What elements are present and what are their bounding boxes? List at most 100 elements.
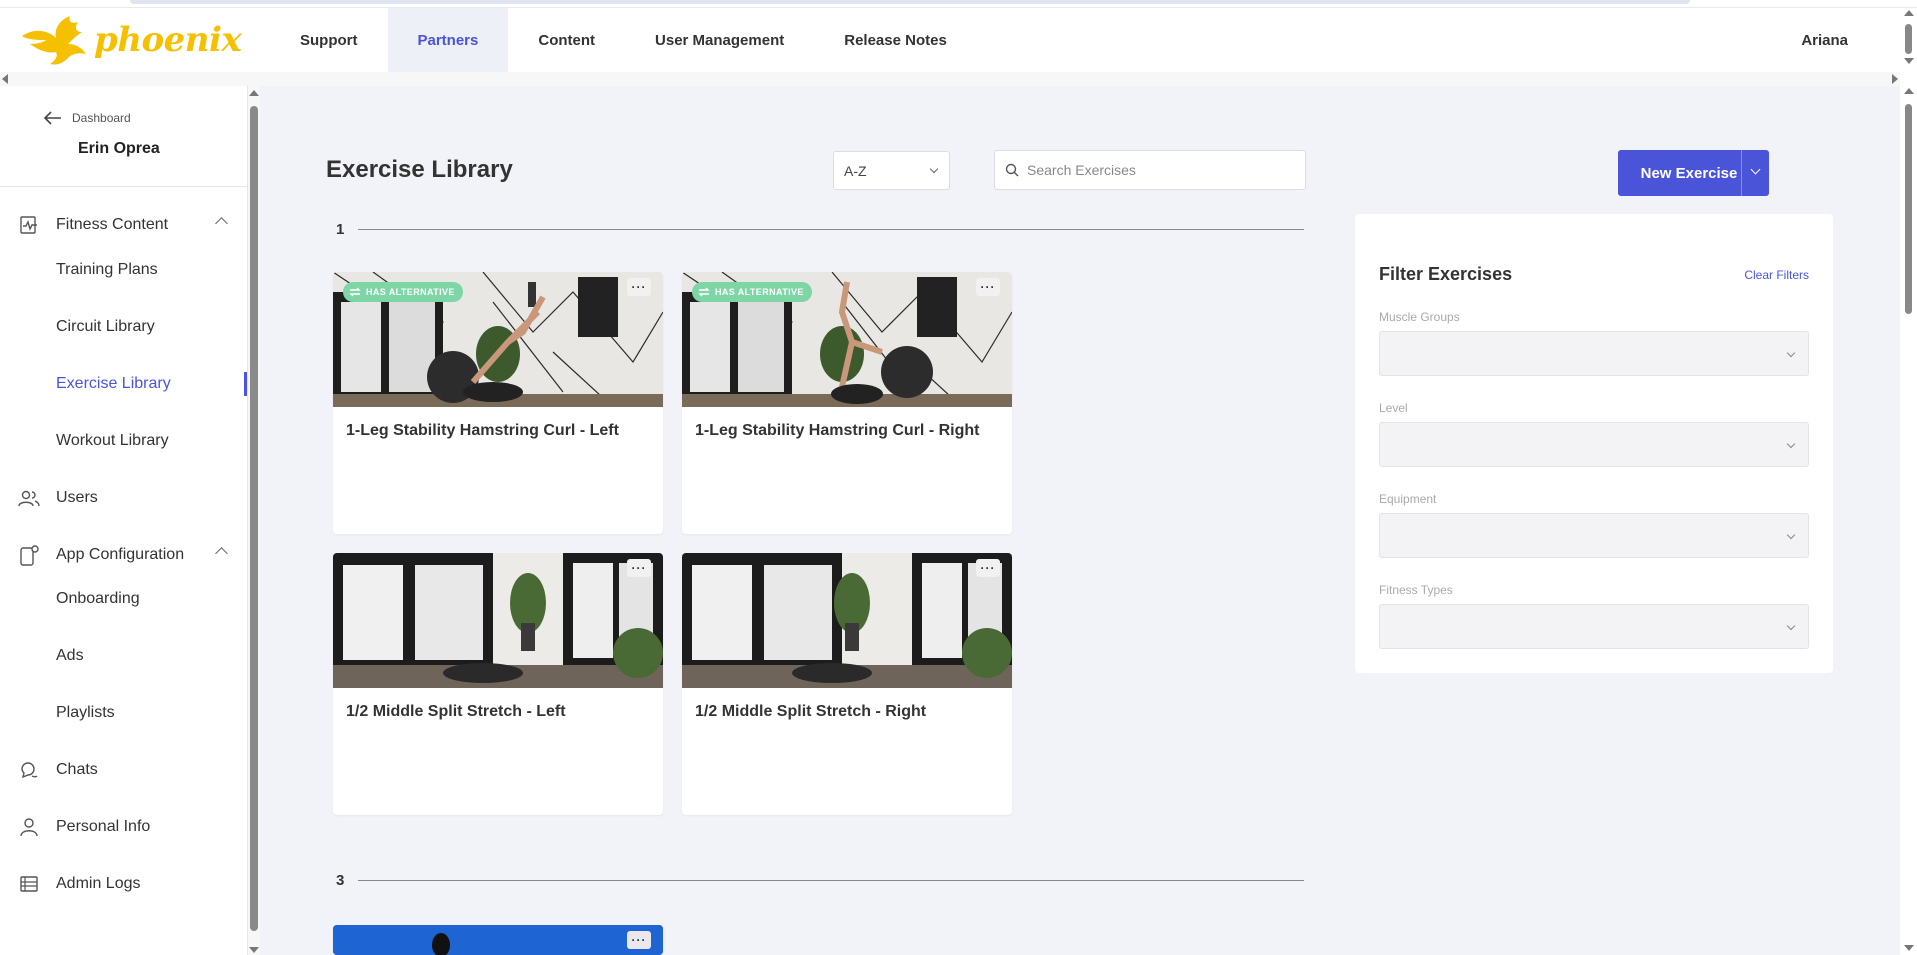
nav-support[interactable]: Support xyxy=(270,8,388,72)
exercise-card[interactable]: ··· 1/2 Middle Split Stretch - Left xyxy=(333,553,663,815)
browser-top-strip xyxy=(0,0,1917,8)
top-navbar: phoenix Support Partners Content User Ma… xyxy=(0,8,1900,72)
exercise-card[interactable]: HAS ALTERNATIVE ··· 1-Leg Stability Hams… xyxy=(333,272,663,534)
more-options-button[interactable]: ··· xyxy=(976,278,1000,296)
sidebar-item-fitness-content[interactable]: Fitness Content xyxy=(0,205,248,245)
sidebar-item-personal-info[interactable]: Personal Info xyxy=(0,807,248,847)
users-icon xyxy=(16,487,42,509)
sidebar-item-ads[interactable]: Ads xyxy=(56,641,84,671)
muscle-groups-select[interactable] xyxy=(1379,331,1809,376)
sidebar-item-label: Chats xyxy=(56,761,98,778)
sidebar-item-users[interactable]: Users xyxy=(0,478,248,518)
activity-icon xyxy=(16,214,42,236)
section-heading: 1 xyxy=(336,221,345,238)
nav-user-management[interactable]: User Management xyxy=(625,8,814,72)
sidebar-item-label: Admin Logs xyxy=(56,875,141,892)
sidebar-item-exercise-library[interactable]: Exercise Library xyxy=(56,369,171,399)
page-scroll-thumb[interactable] xyxy=(1905,104,1912,314)
more-options-button[interactable]: ··· xyxy=(627,278,651,296)
sidebar-item-label: Personal Info xyxy=(56,818,151,835)
chevron-down-icon xyxy=(1750,164,1761,175)
search-exercises[interactable] xyxy=(994,150,1306,190)
has-alternative-badge: HAS ALTERNATIVE xyxy=(343,282,463,302)
more-options-button[interactable]: ··· xyxy=(627,559,651,577)
sort-value: A-Z xyxy=(844,162,867,179)
page-title: Exercise Library xyxy=(326,156,513,183)
sidebar-scrollbar[interactable] xyxy=(248,86,260,955)
partner-name: Erin Oprea xyxy=(78,140,160,157)
scroll-down-arrow-icon[interactable] xyxy=(249,947,259,953)
back-to-dashboard[interactable]: Dashboard xyxy=(44,111,131,125)
active-indicator xyxy=(244,372,247,396)
chevron-up-icon[interactable] xyxy=(215,217,228,230)
scroll-down-arrow-icon[interactable] xyxy=(1904,58,1914,64)
exercise-thumbnail: HAS ALTERNATIVE ··· xyxy=(682,272,1012,407)
sidebar-item-admin-logs[interactable]: Admin Logs xyxy=(0,864,248,904)
sidebar-item-app-configuration[interactable]: App Configuration xyxy=(0,535,248,575)
new-exercise-dropdown[interactable] xyxy=(1741,150,1769,196)
exercise-card[interactable]: ··· 1/2 Middle Split Stretch - Right xyxy=(682,553,1012,815)
new-exercise-label: New Exercise xyxy=(1640,164,1738,182)
filter-title: Filter Exercises xyxy=(1379,264,1513,284)
chevron-down-icon xyxy=(1786,439,1796,449)
equipment-select[interactable] xyxy=(1379,513,1809,558)
sidebar-item-onboarding[interactable]: Onboarding xyxy=(56,584,140,614)
exercise-thumbnail: ··· xyxy=(682,553,1012,688)
clear-filters-link[interactable]: Clear Filters xyxy=(1744,268,1809,282)
nav-partners[interactable]: Partners xyxy=(387,8,509,72)
scroll-down-arrow-icon[interactable] xyxy=(1904,945,1914,951)
exercise-card[interactable]: HAS ALTERNATIVE ··· 1-Leg Stability Hams… xyxy=(682,272,1012,534)
nav-content[interactable]: Content xyxy=(508,8,625,72)
sidebar-item-playlists[interactable]: Playlists xyxy=(56,698,115,728)
filter-label-muscle-groups: Muscle Groups xyxy=(1379,310,1460,324)
exercise-thumbnail: ··· xyxy=(333,553,663,688)
chat-icon xyxy=(16,759,42,781)
navbar-scroll-thumb[interactable] xyxy=(1905,24,1912,54)
sidebar-item-circuit-library[interactable]: Circuit Library xyxy=(56,312,155,342)
filter-label-level: Level xyxy=(1379,401,1408,415)
scroll-up-arrow-icon[interactable] xyxy=(249,90,259,96)
more-options-button[interactable]: ··· xyxy=(627,931,651,949)
scroll-right-arrow-icon[interactable] xyxy=(1892,74,1898,84)
device-settings-icon xyxy=(16,544,42,566)
sidebar-scroll-thumb[interactable] xyxy=(250,106,258,931)
swap-icon xyxy=(698,287,710,297)
nav-release-notes[interactable]: Release Notes xyxy=(814,8,977,72)
phoenix-bird-icon xyxy=(22,16,86,65)
arrow-left-icon xyxy=(44,111,61,125)
logo[interactable]: phoenix xyxy=(0,8,270,72)
scroll-left-arrow-icon[interactable] xyxy=(2,74,8,84)
more-options-button[interactable]: ··· xyxy=(976,559,1000,577)
exercise-card[interactable]: ··· xyxy=(333,925,663,955)
user-menu[interactable]: Ariana xyxy=(1801,8,1848,72)
page-scrollbar[interactable] xyxy=(1900,8,1917,955)
new-exercise-button[interactable]: New Exercise xyxy=(1618,150,1769,196)
filter-label-fitness-types: Fitness Types xyxy=(1379,583,1453,597)
swap-icon xyxy=(349,287,361,297)
search-icon xyxy=(1005,163,1019,177)
chevron-down-icon xyxy=(1786,530,1796,540)
filter-panel: Filter Exercises Clear Filters Muscle Gr… xyxy=(1355,214,1833,673)
person-icon xyxy=(16,816,42,838)
search-input[interactable] xyxy=(1027,162,1287,178)
fitness-types-select[interactable] xyxy=(1379,604,1809,649)
horizontal-scrollbar[interactable] xyxy=(0,72,1900,86)
section-divider xyxy=(358,229,1304,230)
sidebar-item-workout-library[interactable]: Workout Library xyxy=(56,426,169,456)
sidebar-item-training-plans[interactable]: Training Plans xyxy=(56,255,158,285)
sidebar-item-label: Fitness Content xyxy=(56,216,169,233)
level-select[interactable] xyxy=(1379,422,1809,467)
filter-label-equipment: Equipment xyxy=(1379,492,1437,506)
scroll-up-arrow-icon[interactable] xyxy=(1904,10,1914,16)
section-heading: 3 xyxy=(336,872,345,889)
sidebar-item-label: App Configuration xyxy=(56,546,185,563)
scroll-up-arrow-icon[interactable] xyxy=(1904,88,1914,94)
sidebar-item-chats[interactable]: Chats xyxy=(0,750,248,790)
exercise-title: 1-Leg Stability Hamstring Curl - Left xyxy=(346,422,619,439)
chevron-up-icon[interactable] xyxy=(215,547,228,560)
chevron-down-icon xyxy=(929,164,939,174)
chevron-down-icon xyxy=(1786,348,1796,358)
list-icon xyxy=(16,873,42,895)
chevron-down-icon xyxy=(1786,621,1796,631)
sort-select[interactable]: A-Z xyxy=(833,151,950,190)
